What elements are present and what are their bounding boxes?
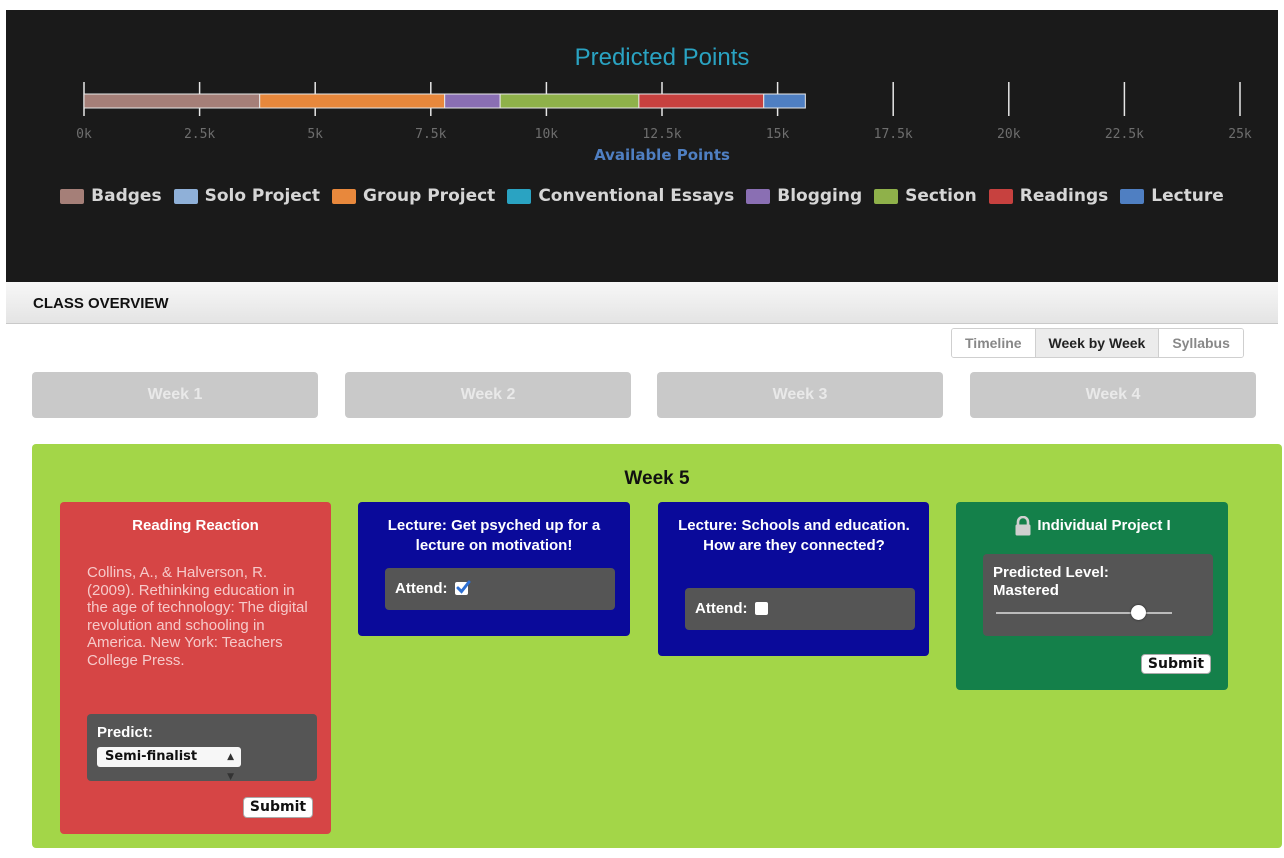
legend-swatch xyxy=(746,188,771,204)
legend-label: Solo Project xyxy=(204,186,321,206)
legend-item-readings: Readings xyxy=(988,186,1109,206)
project-title: Individual Project I xyxy=(1037,517,1171,534)
project-submit-button[interactable]: Submit xyxy=(1141,654,1211,674)
bar-segment-lecture xyxy=(763,93,806,109)
week-3-button[interactable]: Week 3 xyxy=(657,372,943,418)
x-tick-label: 2.5k xyxy=(184,127,215,142)
lecture-card-motivation: Lecture: Get psyched up for a lecture on… xyxy=(358,502,630,636)
x-tick-label: 10k xyxy=(535,127,559,142)
x-tick-label: 0k xyxy=(76,127,92,142)
level-slider-thumb[interactable] xyxy=(1131,605,1147,620)
predict-select-value: Semi-finalist xyxy=(105,749,198,764)
reading-reaction-card: Reading Reaction Collins, A., & Halverso… xyxy=(60,502,331,834)
class-overview-header: CLASS OVERVIEW xyxy=(6,282,1278,324)
view-tabs: Timeline Week by Week Syllabus xyxy=(951,328,1244,358)
reading-submit-button[interactable]: Submit xyxy=(243,797,313,818)
week-2-button[interactable]: Week 2 xyxy=(345,372,631,418)
week-title: Week 5 xyxy=(624,468,690,489)
week-4-button[interactable]: Week 4 xyxy=(970,372,1256,418)
legend-item-solo-project: Solo Project xyxy=(173,186,321,206)
legend-item-group-project: Group Project xyxy=(332,186,495,206)
x-tick-label: 15k xyxy=(766,127,790,142)
select-arrows-icon: ▲ ▼ xyxy=(227,752,234,782)
x-axis-label: Available Points xyxy=(594,146,730,164)
x-tick-label: 7.5k xyxy=(415,127,446,142)
legend-label: Lecture xyxy=(1151,186,1224,206)
x-tick-label: 25k xyxy=(1228,127,1252,142)
predict-box: Predict: Semi-finalist ▲ ▼ xyxy=(87,714,317,782)
bar-segment-section xyxy=(499,93,640,109)
reading-citation: Collins, A., & Halverson, R. (2009). Ret… xyxy=(87,564,308,669)
bar-segment-group-project xyxy=(259,93,446,109)
tab-timeline[interactable]: Timeline xyxy=(952,329,1036,357)
lecture-title: Lecture: Schools and education. How are … xyxy=(678,517,910,554)
legend-item-lecture: Lecture xyxy=(1120,186,1224,206)
reading-reaction-title: Reading Reaction xyxy=(132,517,259,534)
x-tick-label: 5k xyxy=(307,127,323,142)
legend-swatch xyxy=(1120,188,1145,204)
predict-select[interactable]: Semi-finalist ▲ ▼ xyxy=(97,747,241,782)
attend-box: Attend: xyxy=(685,588,915,630)
legend-item-section: Section xyxy=(874,186,977,206)
predicted-level-label: Predicted Level: Mastered xyxy=(993,564,1109,599)
chart-svg: Predicted Points 0k 2.5k 5k 7.5k 10k 12.5k 15k… xyxy=(76,44,1252,164)
checkmark-icon xyxy=(456,580,471,594)
x-tick-label: 22.5k xyxy=(1105,127,1144,142)
legend-item-conventional-essays: Conventional Essays xyxy=(507,186,734,206)
legend-label: Conventional Essays xyxy=(538,186,735,206)
x-tick-label: 20k xyxy=(997,127,1021,142)
lecture-card-schools: Lecture: Schools and education. How are … xyxy=(658,502,929,656)
legend-swatch xyxy=(173,188,198,204)
legend-swatch xyxy=(332,188,357,204)
legend-swatch xyxy=(60,188,85,204)
week-5-panel: Week 5 Reading Reaction Collins, A., & H… xyxy=(32,444,1282,848)
tab-syllabus[interactable]: Syllabus xyxy=(1159,329,1243,357)
x-tick-label: 12.5k xyxy=(642,127,681,142)
individual-project-card: Individual Project I Predicted Level: Ma… xyxy=(956,502,1228,690)
attend-checkbox[interactable] xyxy=(755,602,768,615)
predict-label: Predict: xyxy=(97,724,153,741)
attend-box: Attend: xyxy=(385,568,615,610)
legend-label: Badges xyxy=(91,186,162,206)
attend-label: Attend: xyxy=(695,600,748,617)
attend-checkbox[interactable] xyxy=(455,580,471,595)
x-tick-label: 17.5k xyxy=(874,127,913,142)
legend-label: Group Project xyxy=(363,186,496,206)
legend-swatch xyxy=(507,188,532,204)
bar-segment-blogging xyxy=(444,93,501,109)
week-1-button[interactable]: Week 1 xyxy=(32,372,318,418)
legend-item-blogging: Blogging xyxy=(746,186,862,206)
attend-label: Attend: xyxy=(395,580,448,597)
bar-segment-badges xyxy=(83,93,261,109)
legend-swatch xyxy=(988,188,1013,204)
tab-week-by-week[interactable]: Week by Week xyxy=(1035,329,1160,357)
legend-label: Readings xyxy=(1019,186,1109,206)
lecture-title: Lecture: Get psyched up for a lecture on… xyxy=(387,517,601,554)
page-title: CLASS OVERVIEW xyxy=(33,295,169,312)
project-header: Individual Project I xyxy=(956,516,1228,536)
legend-label: Section xyxy=(905,186,977,206)
predicted-points-chart: Predicted Points 0k 2.5k 5k 7.5k 10k 12.5k 15k… xyxy=(6,10,1278,282)
bar-segment-readings xyxy=(638,93,765,109)
legend-label: Blogging xyxy=(777,186,863,206)
legend-swatch xyxy=(874,188,899,204)
chart-title: Predicted Points xyxy=(575,44,750,71)
legend-item-badges: Badges xyxy=(60,186,162,206)
lock-icon xyxy=(1015,516,1031,536)
predicted-level-box: Predicted Level: Mastered xyxy=(983,554,1213,636)
chart-legend: Badges Solo Project Group Project Conventio… xyxy=(6,186,1278,206)
